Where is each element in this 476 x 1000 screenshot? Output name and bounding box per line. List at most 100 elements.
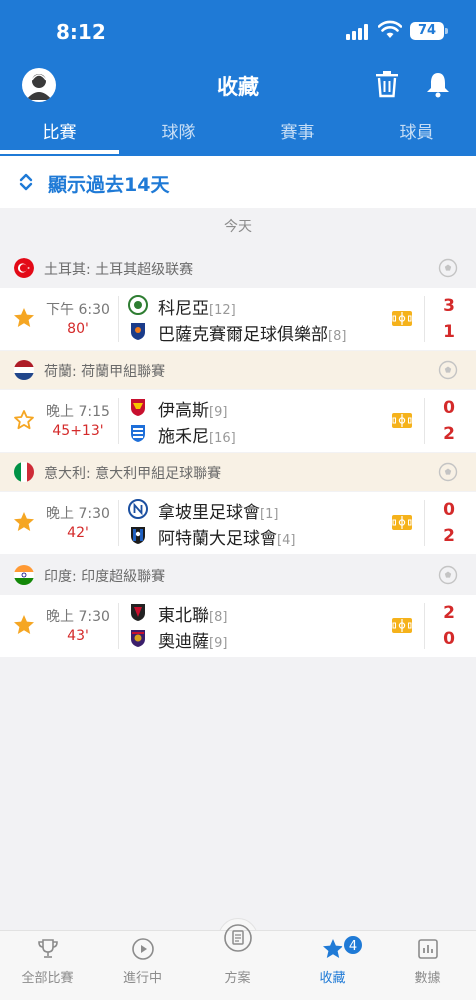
- football-icon[interactable]: [438, 565, 458, 585]
- india-flag-icon: [14, 565, 34, 585]
- team-rank: [8]: [328, 329, 347, 344]
- team-name: 阿特蘭大足球會: [158, 529, 277, 549]
- netherlands-flag-icon: [14, 360, 34, 380]
- favorite-star-outline-icon[interactable]: [12, 408, 36, 432]
- live-field-icon: [392, 515, 412, 530]
- star-icon: [323, 939, 343, 958]
- league-name: 意大利: 意大利甲組足球聯賽: [44, 466, 222, 482]
- trophy-icon: [38, 939, 58, 958]
- live-field-icon: [392, 413, 412, 428]
- basaksehir-crest-icon: [131, 323, 145, 340]
- status-bar: 8:12 74: [0, 0, 476, 60]
- league-header[interactable]: 土耳其: 土耳其超级联赛: [0, 249, 476, 287]
- nav-label: 數據: [414, 971, 441, 986]
- live-field-icon: [392, 618, 412, 633]
- bottom-nav: 全部比賽 進行中 方案 收藏 數據: [0, 924, 476, 1000]
- odisha-crest-icon: [131, 630, 145, 647]
- home-score: 2: [443, 603, 455, 623]
- away-score: 1: [443, 322, 455, 342]
- bar-chart-icon: [418, 939, 438, 959]
- divider: [118, 603, 119, 649]
- italy-flag-icon: [14, 462, 34, 482]
- away-team: 奧迪薩[9]: [128, 627, 388, 652]
- app-header: 8:12 74 收藏 比賽 球隊 賽事 球員: [0, 0, 476, 156]
- team-name: 奧迪薩: [158, 632, 209, 652]
- home-score: 0: [443, 500, 455, 520]
- bell-icon[interactable]: [424, 70, 452, 98]
- date-range-filter[interactable]: 顯示過去14天: [0, 156, 476, 208]
- atalanta-crest-icon: [131, 527, 145, 544]
- favorite-star-icon[interactable]: [12, 306, 36, 330]
- play-icon: [132, 938, 154, 960]
- football-icon[interactable]: [438, 360, 458, 380]
- nav-label: 收藏: [319, 971, 346, 986]
- league-name: 印度: 印度超級聯賽: [44, 569, 166, 585]
- team-rank: [16]: [209, 431, 236, 446]
- team-rank: [4]: [277, 533, 296, 548]
- home-team: 科尼亞[12]: [128, 294, 388, 319]
- favorites-count-badge: 4: [342, 934, 364, 956]
- nav-label: 方案: [224, 971, 251, 986]
- match-row[interactable]: 晚上 7:30 43' 東北聯[8] 奧迪薩[9] 2 0: [0, 595, 476, 657]
- team-name: 東北聯: [158, 606, 209, 626]
- tab-players[interactable]: 球員: [357, 114, 476, 156]
- wifi-icon: [378, 20, 402, 38]
- match-row[interactable]: 晚上 7:15 45+13' 伊高斯[9] 施禾尼[16] 0 2: [0, 390, 476, 452]
- match-row[interactable]: 下午 6:30 80' 科尼亞[12] 巴薩克賽爾足球俱樂部[8] 3 1: [0, 288, 476, 350]
- match-row[interactable]: 晚上 7:30 42' 拿坡里足球會[1] 阿特蘭大足球會[4] 0 2: [0, 492, 476, 554]
- battery-indicator: 74: [410, 22, 448, 40]
- team-rank: [8]: [209, 610, 228, 625]
- team-name: 科尼亞: [158, 299, 209, 319]
- team-name: 施禾尼: [158, 427, 209, 447]
- kickoff-time: 晚上 7:15: [46, 404, 110, 420]
- pec-zwolle-crest-icon: [131, 425, 145, 442]
- football-icon[interactable]: [438, 462, 458, 482]
- tab-teams[interactable]: 球隊: [119, 114, 238, 156]
- northeast-united-crest-icon: [131, 604, 145, 621]
- football-icon[interactable]: [438, 258, 458, 278]
- league-header[interactable]: 荷蘭: 荷蘭甲組聯賽: [0, 351, 476, 389]
- match-minute: 43': [67, 628, 89, 644]
- kickoff-time: 晚上 7:30: [46, 609, 110, 625]
- league-header[interactable]: 意大利: 意大利甲組足球聯賽: [0, 453, 476, 491]
- signal-icon: [346, 24, 372, 40]
- divider: [424, 398, 425, 444]
- home-team: 東北聯[8]: [128, 601, 388, 626]
- away-team: 阿特蘭大足球會[4]: [128, 524, 388, 549]
- nav-live[interactable]: 進行中: [95, 931, 190, 1000]
- away-team: 巴薩克賽爾足球俱樂部[8]: [128, 320, 388, 345]
- league-header[interactable]: 印度: 印度超級聯賽: [0, 556, 476, 594]
- home-score: 0: [443, 398, 455, 418]
- favorite-star-icon[interactable]: [12, 613, 36, 637]
- team-rank: [9]: [209, 405, 228, 420]
- day-header: 今天: [224, 219, 252, 235]
- divider: [424, 500, 425, 546]
- away-score: 2: [443, 526, 455, 546]
- team-rank: [9]: [209, 636, 228, 651]
- nav-all-matches[interactable]: 全部比賽: [0, 931, 95, 1000]
- expand-collapse-icon: [19, 173, 33, 191]
- league-name: 荷蘭: 荷蘭甲組聯賽: [44, 364, 166, 380]
- tab-competitions[interactable]: 賽事: [238, 114, 357, 156]
- team-rank: [12]: [209, 303, 236, 318]
- trash-icon[interactable]: [374, 70, 400, 98]
- nav-stats[interactable]: 數據: [380, 931, 475, 1000]
- away-score: 2: [443, 424, 455, 444]
- team-rank: [1]: [260, 507, 279, 522]
- favorite-star-icon[interactable]: [12, 510, 36, 534]
- team-name: 巴薩克賽爾足球俱樂部: [158, 325, 328, 345]
- home-score: 3: [443, 296, 455, 316]
- napoli-crest-icon: [128, 499, 148, 519]
- turkey-flag-icon: [14, 258, 34, 278]
- status-time: 8:12: [56, 20, 106, 44]
- home-team: 拿坡里足球會[1]: [128, 498, 388, 523]
- kickoff-time: 晚上 7:30: [46, 506, 110, 522]
- nav-label: 全部比賽: [21, 971, 74, 986]
- nav-plans[interactable]: 方案: [190, 924, 285, 1000]
- match-minute: 45+13': [52, 423, 104, 439]
- nav-favorites[interactable]: 收藏: [285, 931, 380, 1000]
- go-ahead-eagles-crest-icon: [131, 399, 145, 416]
- match-minute: 80': [67, 321, 89, 337]
- kickoff-time: 下午 6:30: [46, 302, 110, 318]
- divider: [118, 500, 119, 546]
